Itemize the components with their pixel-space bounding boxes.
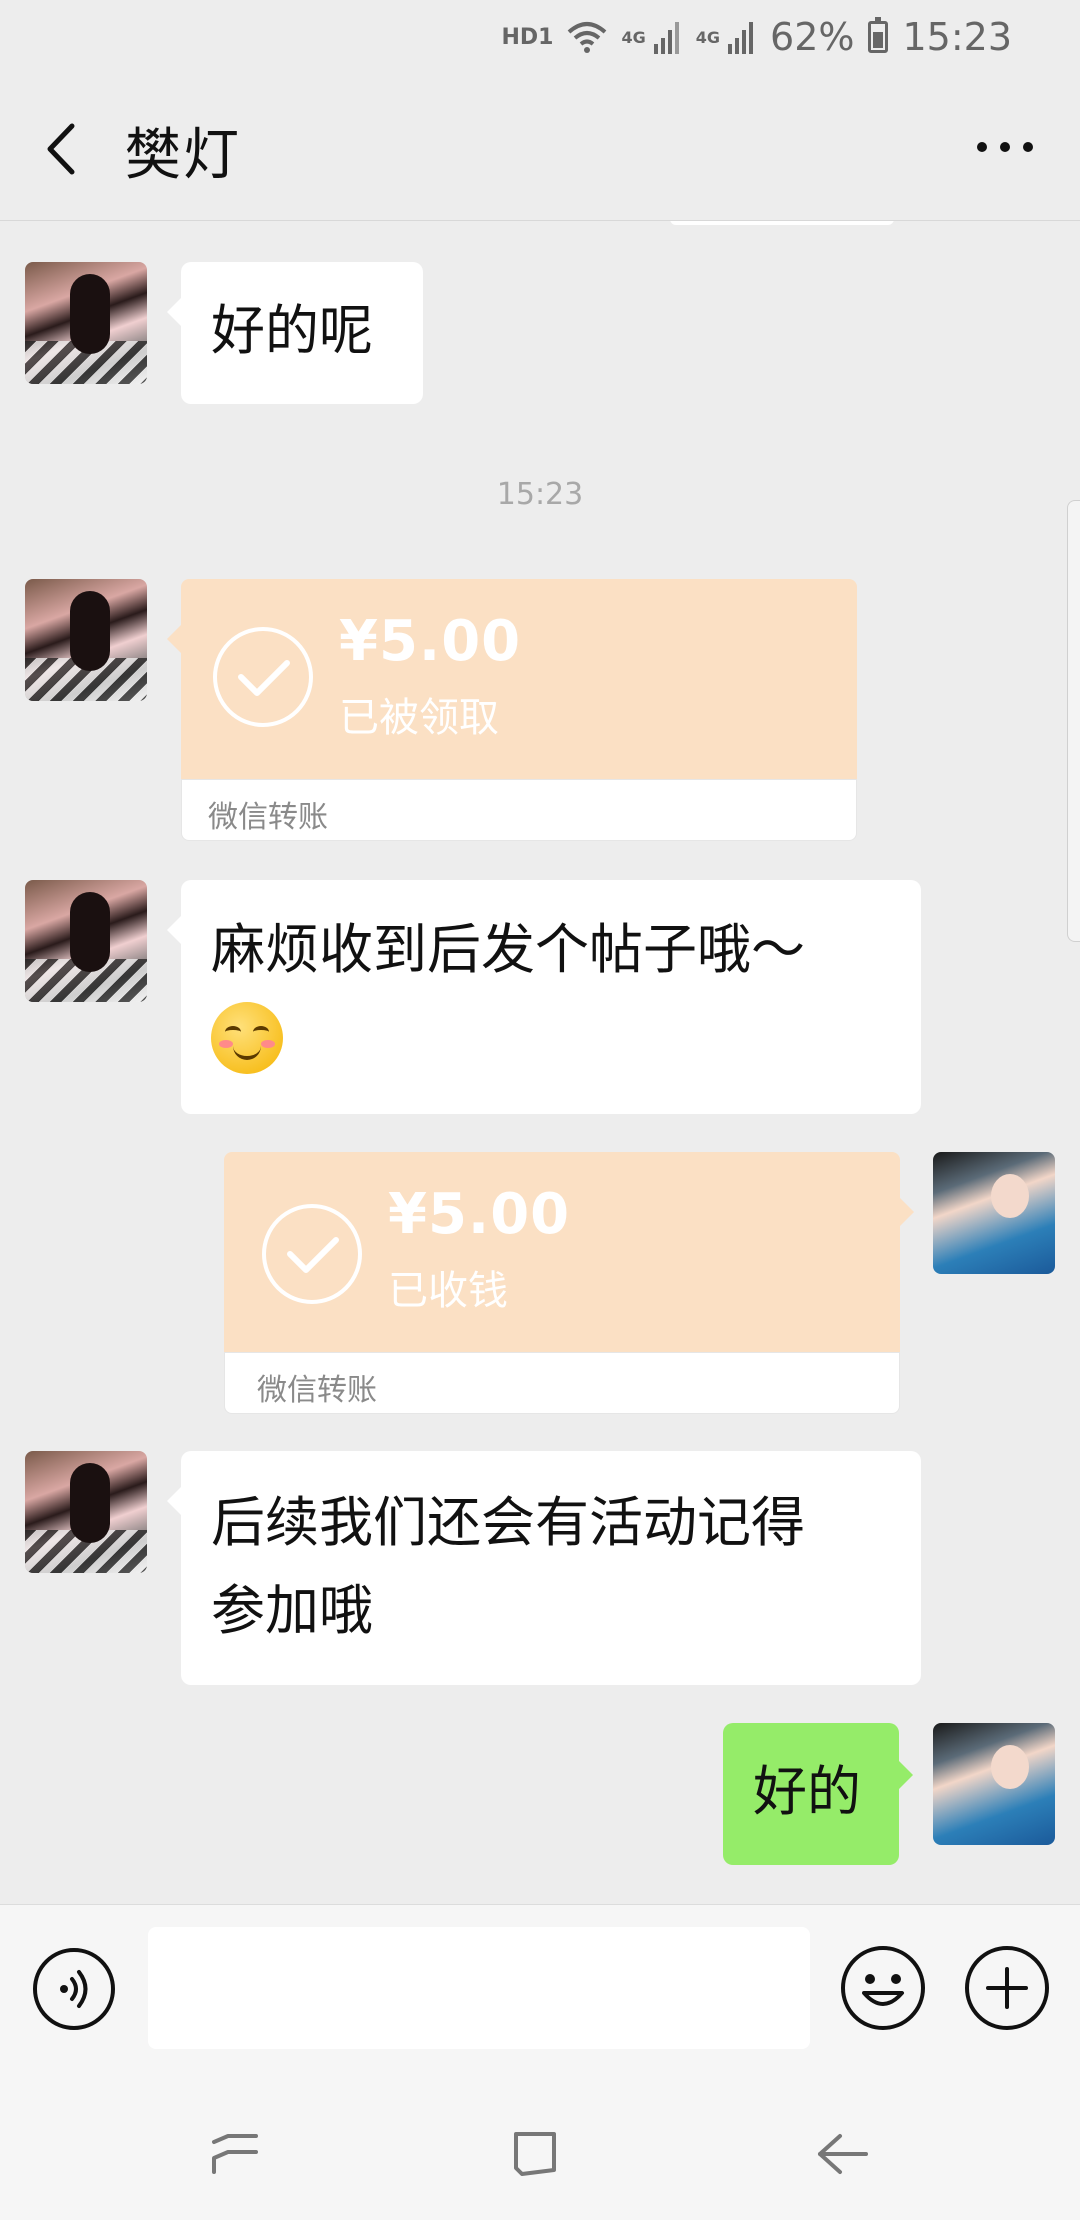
transfer-status: 已收钱 — [388, 1268, 508, 1314]
transfer-card-footer: 微信转账 — [224, 1352, 900, 1414]
wifi-icon — [568, 22, 607, 53]
transfer-status: 已被领取 — [339, 695, 499, 741]
status-indicators: HD1 4G 4G 62% 15:23 — [502, 12, 1013, 62]
transfer-card-footer: 微信转账 — [181, 779, 857, 841]
network-type-label: 4G — [621, 27, 646, 47]
transfer-label: 微信转账 — [257, 1373, 377, 1408]
network-type-label: 4G — [695, 27, 721, 47]
system-nav-bar — [0, 2080, 1080, 2220]
message-text: 麻烦收到后发个帖子哦～ — [211, 918, 805, 981]
chat-messages[interactable]: 好的呢 15:23 ¥5.00 已被领取 微信转账 麻烦收到后发个帖子哦～ ¥5… — [0, 221, 1080, 1904]
message-bubble[interactable]: 好的呢 — [167, 262, 423, 404]
hd-label: HD1 — [501, 24, 554, 50]
message-text: 好的 — [753, 1760, 861, 1823]
message-text-line: 参加哦 — [211, 1579, 373, 1642]
status-bar: HD1 4G 4G 62% 15:23 — [0, 0, 1080, 74]
transfer-amount: ¥5.00 — [388, 1182, 571, 1247]
check-circle-icon — [262, 1204, 362, 1304]
transfer-card[interactable]: ¥5.00 已被领取 微信转账 — [167, 579, 857, 841]
avatar[interactable] — [933, 1723, 1055, 1845]
avatar[interactable] — [25, 1451, 147, 1573]
scroll-indicator[interactable] — [1067, 500, 1080, 942]
more-dots-icon[interactable] — [970, 122, 1040, 172]
transfer-amount: ¥5.00 — [339, 609, 522, 674]
avatar[interactable] — [25, 579, 147, 701]
check-circle-icon — [213, 627, 313, 727]
plus-icon[interactable] — [964, 1945, 1050, 2031]
message-input[interactable] — [148, 1927, 810, 2049]
home-icon[interactable] — [508, 2124, 568, 2184]
voice-icon[interactable] — [32, 1947, 116, 2031]
transfer-card-body: ¥5.00 已被领取 — [181, 579, 857, 779]
chevron-left-icon[interactable] — [34, 114, 90, 184]
signal-icon — [653, 22, 679, 54]
message-text-line: 后续我们还会有活动记得 — [211, 1491, 805, 1554]
avatar[interactable] — [25, 880, 147, 1002]
status-time: 15:23 — [902, 15, 1012, 59]
emoji-icon[interactable] — [840, 1945, 926, 2031]
transfer-card[interactable]: ¥5.00 已收钱 微信转账 — [224, 1152, 914, 1414]
previous-message-edge — [670, 221, 894, 225]
message-bubble[interactable]: 麻烦收到后发个帖子哦～ — [167, 880, 921, 1114]
message-bubble[interactable]: 后续我们还会有活动记得 参加哦 — [167, 1451, 921, 1685]
chat-title: 樊灯 — [125, 123, 241, 188]
signal-icon — [728, 22, 754, 54]
message-bubble-self[interactable]: 好的 — [723, 1723, 913, 1865]
timestamp: 15:23 — [496, 477, 584, 512]
chat-header: 樊灯 — [0, 74, 1080, 221]
recent-apps-icon[interactable] — [206, 2124, 266, 2184]
battery-icon — [868, 17, 889, 53]
input-bar — [0, 1904, 1080, 2081]
avatar[interactable] — [933, 1152, 1055, 1274]
message-text: 好的呢 — [211, 299, 373, 362]
transfer-card-body: ¥5.00 已收钱 — [224, 1152, 900, 1352]
battery-percent: 62% — [770, 15, 855, 59]
back-arrow-icon[interactable] — [812, 2124, 872, 2184]
avatar[interactable] — [25, 262, 147, 384]
transfer-label: 微信转账 — [208, 800, 328, 835]
smiling-face-with-blush-emoji — [211, 1002, 283, 1074]
